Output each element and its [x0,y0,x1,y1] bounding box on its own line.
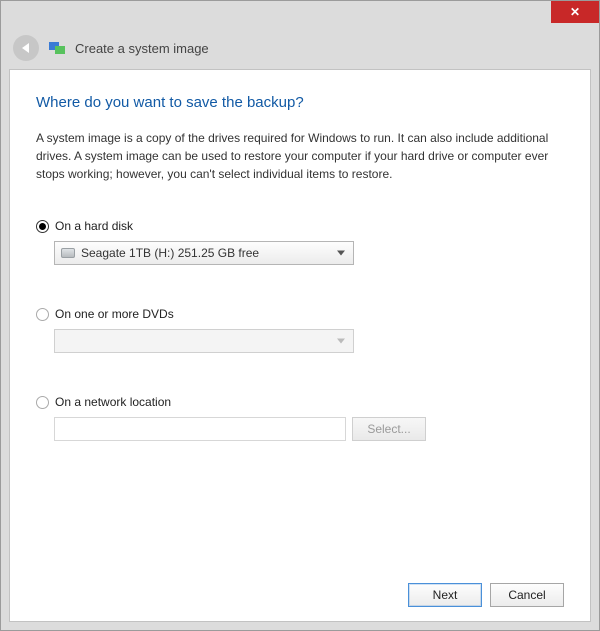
wizard-header: Create a system image [1,27,599,69]
option-label: On a hard disk [55,219,133,233]
system-image-icon [49,40,65,56]
radio-network[interactable]: On a network location [36,395,564,409]
wizard-window: ✕ Create a system image Where do you wan… [0,0,600,631]
radio-hard-disk[interactable]: On a hard disk [36,219,564,233]
option-network: On a network location Select... [36,395,564,441]
radio-icon [36,396,49,409]
network-row: Select... [54,417,564,441]
wizard-title: Create a system image [75,41,209,56]
page-description: A system image is a copy of the drives r… [36,129,564,183]
cancel-button[interactable]: Cancel [490,583,564,607]
back-arrow-icon [22,43,29,53]
option-label: On one or more DVDs [55,307,174,321]
drive-select[interactable]: Seagate 1TB (H:) 251.25 GB free [54,241,354,265]
option-dvd: On one or more DVDs [36,307,564,353]
content-panel: Where do you want to save the backup? A … [9,69,591,622]
back-button[interactable] [13,35,39,61]
selected-drive-text: Seagate 1TB (H:) 251.25 GB free [81,246,259,260]
close-icon: ✕ [570,6,580,18]
network-select-button: Select... [352,417,426,441]
option-hard-disk: On a hard disk Seagate 1TB (H:) 251.25 G… [36,219,564,265]
next-button[interactable]: Next [408,583,482,607]
hard-drive-icon [61,248,75,258]
network-path-input [54,417,346,441]
page-heading: Where do you want to save the backup? [36,94,564,111]
radio-dvd[interactable]: On one or more DVDs [36,307,564,321]
chevron-down-icon [337,251,345,256]
dvd-select [54,329,354,353]
chevron-down-icon [337,339,345,344]
close-button[interactable]: ✕ [551,1,599,23]
option-label: On a network location [55,395,171,409]
titlebar: ✕ [1,1,599,27]
radio-icon [36,220,49,233]
radio-icon [36,308,49,321]
wizard-footer: Next Cancel [408,583,564,607]
